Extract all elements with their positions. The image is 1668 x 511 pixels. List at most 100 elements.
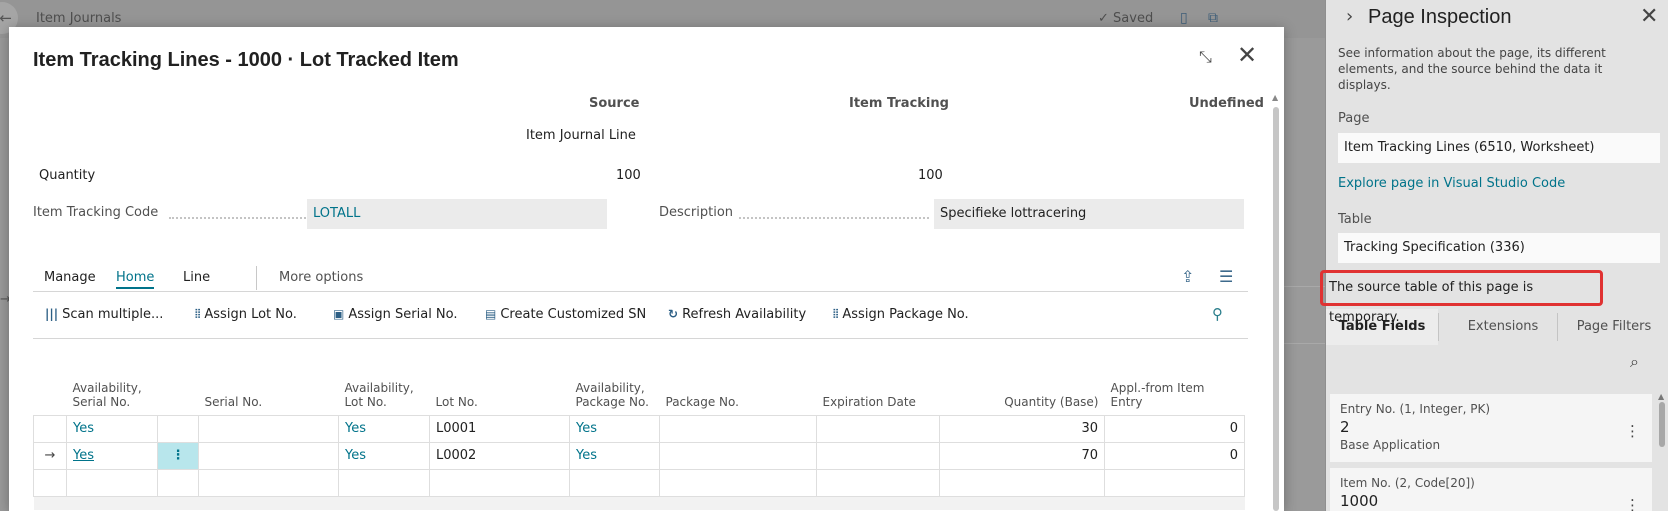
cell-empty <box>157 468 199 497</box>
quantity-label: Quantity <box>39 168 96 183</box>
cell-serial-no[interactable] <box>198 441 339 470</box>
field-card-label: Item No. (2, Code[20]) <box>1340 476 1475 490</box>
grid-footer <box>33 496 1245 510</box>
refresh-icon: ↻ <box>668 307 679 321</box>
field-card[interactable]: Entry No. (1, Integer, PK) 2 Base Applic… <box>1330 394 1652 462</box>
table-row-empty[interactable] <box>33 468 1245 497</box>
close-icon[interactable]: ✕ <box>1640 4 1658 29</box>
cell-expiration-date[interactable] <box>816 414 940 443</box>
scroll-up-icon[interactable]: ▲ <box>1272 93 1278 102</box>
scan-multiple-button[interactable]: ||| Scan multiple... <box>45 307 163 322</box>
cell-lot-no[interactable]: L0001 <box>429 414 570 443</box>
cell-appl-from-item-entry[interactable]: 0 <box>1104 441 1245 470</box>
table-row[interactable]: → Yes ⋮ Yes L0002 Yes 70 0 <box>33 441 1245 470</box>
tab-home[interactable]: Home <box>116 270 155 289</box>
personalize-icon[interactable]: ⚲ <box>1212 305 1223 323</box>
search-icon[interactable]: ⌕ <box>1630 352 1639 372</box>
cell-empty[interactable] <box>939 468 1105 497</box>
col-appl-from-item-entry[interactable]: Appl.-from Item Entry <box>1105 363 1245 415</box>
explore-vscode-link[interactable]: Explore page in Visual Studio Code <box>1338 176 1565 191</box>
collapse-icon[interactable]: ⤡ <box>1199 47 1212 67</box>
bookmark-icon[interactable]: ▯ <box>1180 10 1188 26</box>
item-tracking-dialog: Item Tracking Lines - 1000 · Lot Tracked… <box>9 27 1284 511</box>
col-quantity-base[interactable]: Quantity (Base) <box>940 363 1105 415</box>
panel-description: See information about the page, its diff… <box>1338 46 1606 92</box>
assign-lot-button[interactable]: ⦙⦙ Assign Lot No. <box>195 307 297 322</box>
cell-empty[interactable] <box>66 468 158 497</box>
serial-icon: ▣ <box>333 307 345 321</box>
cell-quantity-base[interactable]: 70 <box>939 441 1105 470</box>
cell-availability-package[interactable]: Yes <box>569 441 660 470</box>
description-field[interactable]: Specifieke lottracering <box>934 199 1244 229</box>
row-menu-icon[interactable]: ⋮ <box>157 441 199 470</box>
close-icon[interactable]: ✕ <box>1237 41 1257 69</box>
item-tracking-header: Item Tracking <box>849 96 949 111</box>
cell-empty[interactable] <box>429 468 570 497</box>
cell-appl-from-item-entry[interactable]: 0 <box>1104 414 1245 443</box>
field-card[interactable]: Item No. (2, Code[20]) 1000 ⋮ <box>1330 468 1652 511</box>
table-row[interactable]: Yes Yes L0001 Yes 30 0 <box>33 414 1245 443</box>
card-menu-icon[interactable]: ⋮ <box>1625 496 1640 511</box>
share-icon[interactable]: ⇪ <box>1181 267 1194 286</box>
create-customized-sn-button[interactable]: ▤ Create Customized SN <box>485 307 646 322</box>
source-value: Item Journal Line <box>526 128 636 143</box>
cell-availability-lot[interactable]: Yes <box>338 414 430 443</box>
cell-availability-serial[interactable]: Yes <box>66 414 158 443</box>
source-header: Source <box>589 96 640 111</box>
item-tracking-code-field[interactable]: LOTALL <box>307 199 607 229</box>
assign-lot-label: Assign Lot No. <box>204 307 297 322</box>
card-menu-icon[interactable]: ⋮ <box>1625 422 1640 440</box>
cell-empty[interactable] <box>1104 468 1245 497</box>
col-availability-serial[interactable]: Availability, Serial No. <box>67 363 158 415</box>
cell-row-menu <box>157 414 199 443</box>
assign-package-button[interactable]: ⦙⦙ Assign Package No. <box>833 307 969 322</box>
popout-icon[interactable]: ⧉ <box>1208 10 1218 26</box>
field-card-source: Base Application <box>1340 438 1441 452</box>
tab-divider <box>1557 313 1558 341</box>
cell-availability-serial[interactable]: Yes <box>66 441 158 470</box>
cell-package-no[interactable] <box>659 441 817 470</box>
cell-empty[interactable] <box>569 468 660 497</box>
list-view-icon[interactable]: ☰ <box>1219 267 1233 286</box>
cell-expiration-date[interactable] <box>816 441 940 470</box>
cell-empty[interactable] <box>659 468 817 497</box>
assign-serial-label: Assign Serial No. <box>348 307 458 322</box>
refresh-availability-button[interactable]: ↻ Refresh Availability <box>668 307 806 322</box>
availability-serial-link[interactable]: Yes <box>73 448 94 463</box>
tab-manage[interactable]: Manage <box>44 270 96 285</box>
tab-extensions[interactable]: Extensions <box>1440 309 1566 345</box>
barcode-icon: ||| <box>45 307 59 321</box>
assign-serial-button[interactable]: ▣ Assign Serial No. <box>333 307 458 322</box>
scroll-thumb[interactable] <box>1273 107 1279 511</box>
dialog-title: Item Tracking Lines - 1000 · Lot Tracked… <box>33 49 459 71</box>
chevron-right-icon[interactable]: › <box>1346 6 1353 27</box>
dialog-scrollbar[interactable]: ▲ <box>1272 93 1280 511</box>
cell-quantity-base[interactable]: 30 <box>939 414 1105 443</box>
cell-package-no[interactable] <box>659 414 817 443</box>
cell-serial-no[interactable] <box>198 414 339 443</box>
col-serial-no[interactable]: Serial No. <box>199 363 339 415</box>
col-availability-package[interactable]: Availability, Package No. <box>570 363 660 415</box>
col-availability-lot[interactable]: Availability, Lot No. <box>339 363 430 415</box>
col-lot-no[interactable]: Lot No. <box>430 363 570 415</box>
cell-lot-no[interactable]: L0002 <box>429 441 570 470</box>
tab-page-filters[interactable]: Page Filters <box>1560 309 1668 345</box>
col-expiration-date[interactable]: Expiration Date <box>817 363 940 415</box>
table-field: Tracking Specification (336) <box>1338 233 1660 263</box>
grid-header-indicator <box>34 363 67 415</box>
customized-sn-icon: ▤ <box>485 307 497 321</box>
tab-line[interactable]: Line <box>183 270 210 285</box>
tab-more-options[interactable]: More options <box>279 270 363 285</box>
cell-empty[interactable] <box>816 468 940 497</box>
cell-empty[interactable] <box>338 468 430 497</box>
scroll-thumb[interactable] <box>1659 402 1665 447</box>
package-icon: ⦙⦙ <box>833 307 839 321</box>
cell-availability-package[interactable]: Yes <box>569 414 660 443</box>
quantity-tracking: 100 <box>918 168 943 183</box>
cell-availability-lot[interactable]: Yes <box>338 441 430 470</box>
scroll-up-icon[interactable]: ▲ <box>1658 392 1664 401</box>
panel-scrollbar[interactable]: ▲ <box>1658 392 1666 511</box>
cell-empty[interactable] <box>198 468 339 497</box>
col-package-no[interactable]: Package No. <box>660 363 817 415</box>
quantity-source: 100 <box>616 168 641 183</box>
